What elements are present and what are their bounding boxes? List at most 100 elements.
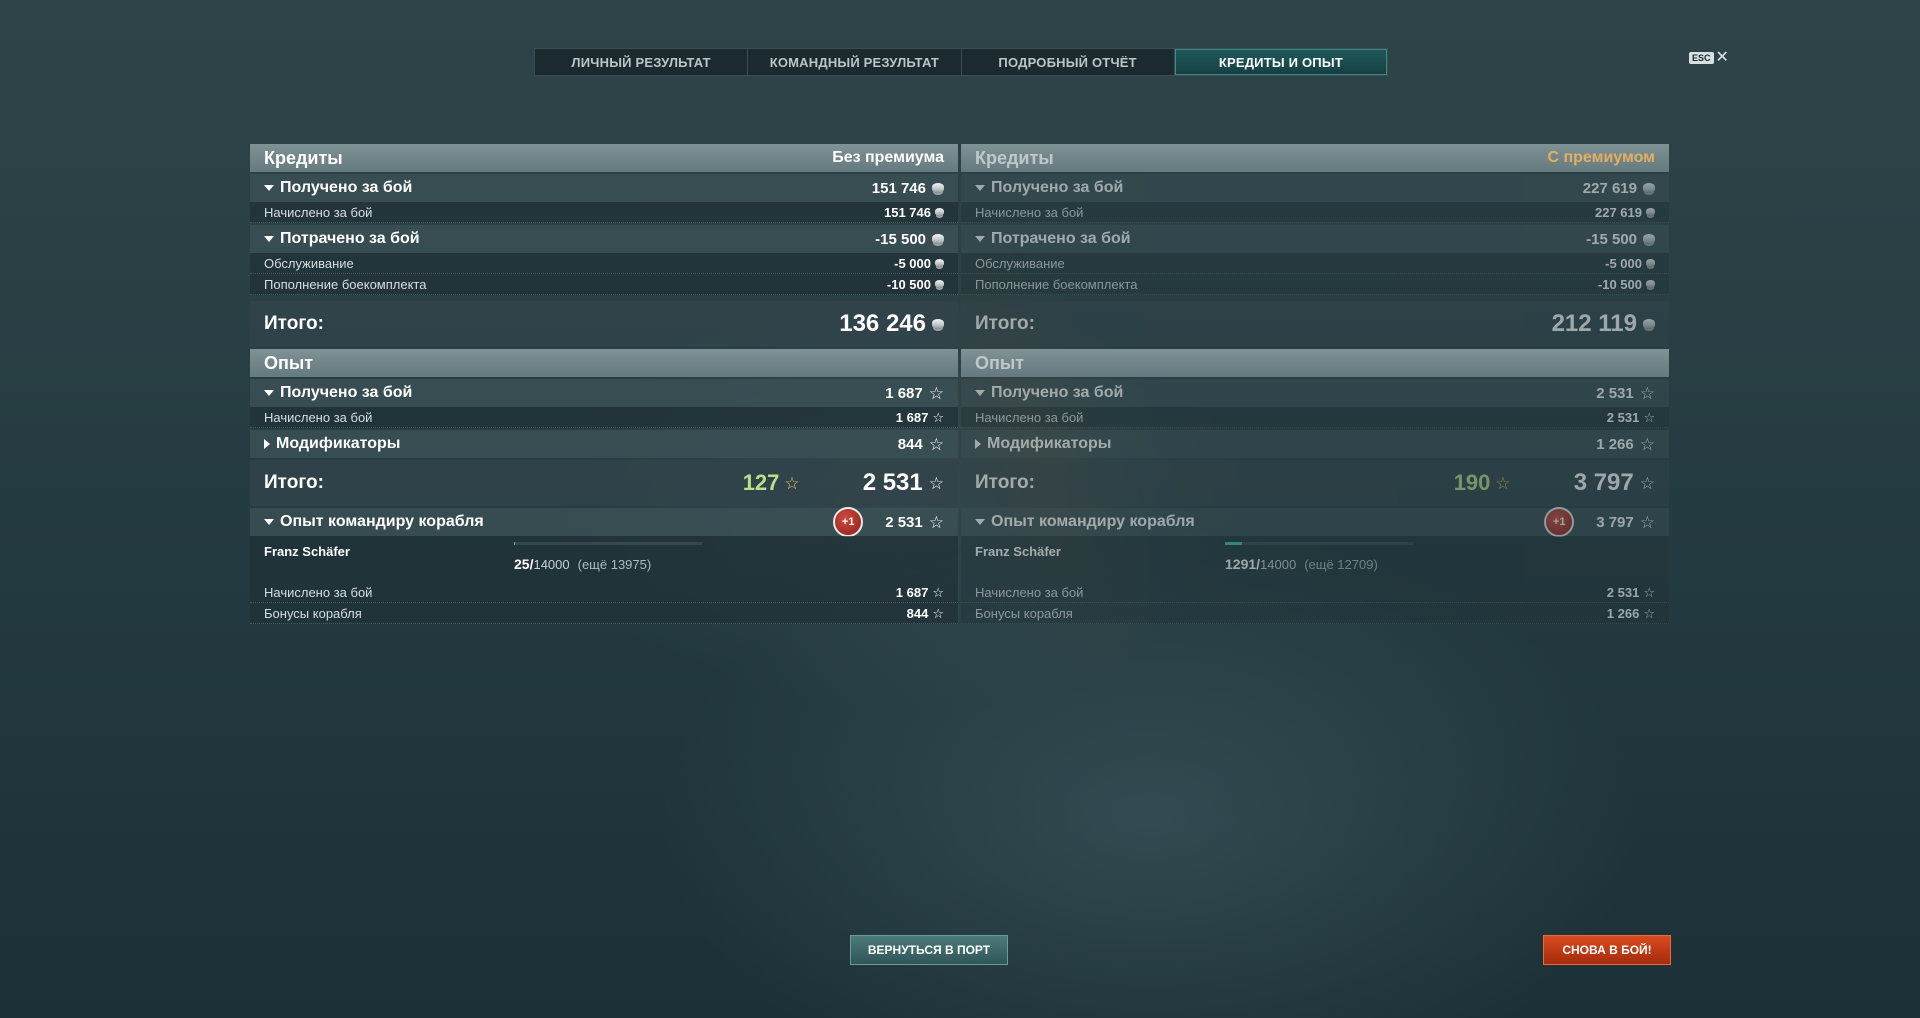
row-value: 2 531 <box>1606 584 1640 600</box>
tab-detailed-report[interactable]: ПОДРОБНЫЙ ОТЧЁТ <box>962 49 1175 75</box>
row-label: Пополнение боекомплекта <box>264 276 427 292</box>
group-label: Получено за бой <box>280 179 413 196</box>
ship-bonus-row: Бонусы корабля 844 ☆ <box>250 603 958 624</box>
group-value: 2 531 <box>1596 384 1634 402</box>
exp-total: Итого: 190 ☆ 3 797 ☆ <box>961 460 1669 506</box>
bonus-exp-value: 127 <box>742 470 780 495</box>
credits-icon <box>1643 234 1655 244</box>
group-label: Опыт командиру корабля <box>280 513 484 530</box>
total-label: Итого: <box>264 472 324 493</box>
credits-spent-group[interactable]: Потрачено за бой -15 500 <box>961 225 1669 253</box>
credits-icon <box>1646 259 1655 267</box>
mode-label: Без премиума <box>832 149 944 166</box>
progress-remaining: (ещё 12709) <box>1304 557 1378 572</box>
exp-accrued-row: Начислено за бой 1 687 ☆ <box>250 407 958 428</box>
collapse-arrow-icon <box>264 236 274 242</box>
ammo-row: Пополнение боекомплекта -10 500 <box>250 274 958 295</box>
row-label: Обслуживание <box>264 255 354 271</box>
group-label: Опыт командиру корабля <box>991 513 1195 530</box>
commander-exp-group[interactable]: Опыт командиру корабля +1 3 797 ☆ <box>961 507 1669 537</box>
exp-star-icon: ☆ <box>928 512 944 532</box>
row-label: Начислено за бой <box>264 584 373 600</box>
modifiers-group[interactable]: Модификаторы 1 266 ☆ <box>961 430 1669 458</box>
collapse-arrow-icon <box>975 390 985 396</box>
credits-icon <box>1643 319 1655 329</box>
exp-accrued-row: Начислено за бой 2 531 ☆ <box>961 407 1669 428</box>
credits-header: Кредиты Без премиума <box>250 144 958 172</box>
close-button[interactable]: ESC ✕ <box>1689 49 1729 66</box>
credits-earned-group[interactable]: Получено за бой 151 746 <box>250 174 958 202</box>
exp-total: Итого: 127 ☆ 2 531 ☆ <box>250 460 958 506</box>
row-value: 844 <box>906 605 929 621</box>
row-label: Бонусы корабля <box>975 605 1073 621</box>
exp-earned-group[interactable]: Получено за бой 2 531 ☆ <box>961 379 1669 407</box>
credits-title: Кредиты <box>975 147 1054 168</box>
group-value: 2 531 <box>885 513 923 531</box>
credits-icon <box>1643 183 1655 193</box>
cmd-accrued-row: Начислено за бой 1 687 ☆ <box>250 582 958 603</box>
credits-spent-group[interactable]: Потрачено за бой -15 500 <box>250 225 958 253</box>
collapse-arrow-icon <box>264 390 274 396</box>
service-row: Обслуживание -5 000 <box>250 253 958 274</box>
commander-exp-group[interactable]: Опыт командиру корабля +1 2 531 ☆ <box>250 507 958 537</box>
credits-icon <box>1646 280 1655 288</box>
credits-total: Итого: 136 246 <box>250 301 958 347</box>
exp-earned-group[interactable]: Получено за бой 1 687 ☆ <box>250 379 958 407</box>
bonus-exp-value: 190 <box>1453 470 1491 495</box>
row-value: 1 687 <box>895 584 929 600</box>
modifiers-group[interactable]: Модификаторы 844 ☆ <box>250 430 958 458</box>
row-value: -5 000 <box>1605 255 1642 271</box>
commander-name: Franz Schäfer <box>264 544 350 559</box>
exp-star-icon: ☆ <box>1639 434 1655 454</box>
row-label: Начислено за бой <box>264 204 373 220</box>
commander-progress-bar <box>1225 542 1413 545</box>
tab-team-result[interactable]: КОМАНДНЫЙ РЕЗУЛЬТАТ <box>748 49 962 75</box>
ship-bonus-row: Бонусы корабля 1 266 ☆ <box>961 603 1669 624</box>
credits-icon <box>932 319 944 329</box>
credits-accrued-row: Начислено за бой 151 746 <box>250 202 958 223</box>
row-value: 1 266 <box>1606 605 1640 621</box>
collapse-arrow-icon <box>264 519 274 525</box>
close-icon: ✕ <box>1715 49 1729 66</box>
tab-personal-result[interactable]: ЛИЧНЫЙ РЕЗУЛЬТАТ <box>535 49 749 75</box>
exp-star-icon: ☆ <box>932 409 944 425</box>
total-label: Итого: <box>975 472 1035 493</box>
credits-icon <box>935 208 944 216</box>
tab-credits-and-exp[interactable]: КРЕДИТЫ И ОПЫТ <box>1174 49 1387 75</box>
credits-earned-group[interactable]: Получено за бой 227 619 <box>961 174 1669 202</box>
group-value: 3 797 <box>1596 513 1634 531</box>
esc-key-icon: ESC <box>1689 52 1714 64</box>
row-value: -10 500 <box>886 276 931 292</box>
group-label: Потрачено за бой <box>991 230 1131 247</box>
group-value: 1 266 <box>1596 435 1634 453</box>
group-value: -15 500 <box>1586 230 1637 248</box>
expand-arrow-icon <box>264 439 270 449</box>
exp-star-icon: ☆ <box>928 473 944 493</box>
row-label: Обслуживание <box>975 255 1065 271</box>
progress-current: 25/ <box>514 556 534 572</box>
free-exp-star-icon: ☆ <box>784 473 800 493</box>
row-value: 151 746 <box>884 204 931 220</box>
total-label: Итого: <box>975 313 1035 334</box>
exp-title: Опыт <box>264 352 314 373</box>
group-value: 227 619 <box>1582 179 1637 197</box>
exp-header: Опыт <box>961 349 1669 377</box>
exp-star-icon: ☆ <box>928 434 944 454</box>
panel-premium: Кредиты С премиумом Получено за бой 227 … <box>961 144 1669 624</box>
progress-fill <box>1225 542 1243 545</box>
cmd-accrued-row: Начислено за бой 2 531 ☆ <box>961 582 1669 603</box>
group-label: Получено за бой <box>280 384 413 401</box>
progress-current: 1291/ <box>1225 556 1261 572</box>
credits-icon <box>932 183 944 193</box>
exp-star-icon: ☆ <box>928 383 944 403</box>
exp-header: Опыт <box>250 349 958 377</box>
row-value: -5 000 <box>894 255 931 271</box>
exp-star-icon: ☆ <box>1639 512 1655 532</box>
expand-arrow-icon <box>975 439 981 449</box>
battle-again-button[interactable]: СНОВА В БОЙ! <box>1543 935 1671 965</box>
group-value: 844 <box>897 435 923 453</box>
skill-point-badge: +1 <box>1544 507 1575 537</box>
return-to-port-button[interactable]: ВЕРНУТЬСЯ В ПОРТ <box>850 935 1008 965</box>
total-value: 212 119 <box>1551 310 1637 337</box>
service-row: Обслуживание -5 000 <box>961 253 1669 274</box>
